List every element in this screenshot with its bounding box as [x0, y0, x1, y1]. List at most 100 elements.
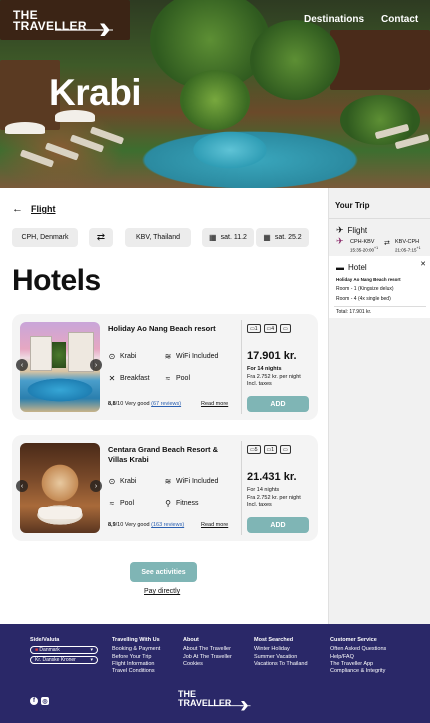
hotel-price: 17.901 kr.	[247, 350, 297, 362]
reviews-link[interactable]: (163 reviews)	[151, 522, 184, 528]
date-out-field[interactable]: ▦ sat. 11.2	[202, 228, 254, 247]
chevron-right-icon: ›	[94, 482, 98, 490]
divider	[241, 320, 242, 414]
currency-select[interactable]: Kr. Danske Kroner ▾	[30, 656, 98, 665]
swap-button[interactable]: ⇄	[89, 228, 113, 247]
room-badges: ▭ 5 ▭ 1 ▭	[247, 445, 291, 454]
arrow-left-icon: ←	[12, 203, 23, 215]
price-details: For 14 nights Fra 2.752 kr. per night In…	[247, 366, 301, 387]
cutlery-icon: ✕	[108, 374, 116, 383]
footer-link[interactable]: Help/FAQ	[330, 654, 386, 661]
date-back-field[interactable]: ▦ sat. 25.2	[256, 228, 309, 247]
close-icon: ✕	[420, 261, 426, 268]
footer-link[interactable]: Compliance & Integrity	[330, 668, 386, 675]
swap-arrows-icon: ⇄	[96, 232, 106, 243]
footer: Side/Valuta ■ Danmark ▾ Kr. Danske Krone…	[0, 624, 430, 723]
add-hotel-button[interactable]: ADD	[247, 517, 309, 533]
location-pin-icon: ⊙	[108, 352, 116, 361]
read-more-link[interactable]: Read more	[201, 401, 228, 407]
footer-col-service: Customer Service Often Asked Questions H…	[330, 637, 387, 675]
price-details: For 14 nights Fra 2.752 kr. per night In…	[247, 487, 301, 508]
trip-room: Room - 4 (4x single bed)	[336, 296, 391, 302]
trip-hotel-box: ▬ Hotel ✕ Holiday Ao Nang Beach resort R…	[329, 256, 430, 318]
bed-icon: ▭ 1	[247, 324, 261, 333]
hotel-card: ‹ › Holiday Ao Nang Beach resort ⊙ Krabi …	[12, 314, 318, 420]
feature-wifi: ≋ WiFi Included	[164, 352, 219, 361]
prev-photo-button[interactable]: ‹	[16, 480, 28, 492]
location-pin-icon: ⊙	[108, 477, 116, 486]
footer-link[interactable]: Winter Holiday	[254, 646, 308, 653]
country-select[interactable]: ■ Danmark ▾	[30, 646, 98, 655]
next-photo-button[interactable]: ›	[90, 359, 102, 371]
origin-field[interactable]: CPH, Denmark	[12, 228, 78, 247]
footer-link[interactable]: Before Your Trip	[112, 654, 160, 661]
footer-col-about: About About The Traveller Job At The Tra…	[183, 637, 232, 668]
back-to-flight-link[interactable]: ← Flight	[12, 203, 56, 215]
return-flight: KBV-CPH 21:05-7:15+1	[395, 239, 421, 253]
footer-link[interactable]: Vacations To Thailand	[254, 661, 308, 668]
footer-link[interactable]: Summer Vacation	[254, 654, 308, 661]
add-hotel-button[interactable]: ADD	[247, 396, 309, 412]
round-trip-icon: ⇄	[384, 240, 390, 247]
feature-pool: ≈ Pool	[165, 374, 191, 383]
room-badges: ▭ 1 ▭ 4 ▭	[247, 324, 291, 333]
footer-link[interactable]: About The Traveller	[183, 646, 232, 653]
footer-link[interactable]: Flight Information	[112, 661, 160, 668]
chevron-left-icon: ‹	[20, 361, 24, 369]
footer-link[interactable]: Cookies	[183, 661, 232, 668]
see-activities-button[interactable]: See activities	[130, 562, 197, 582]
hotel-price: 21.431 kr.	[247, 471, 297, 483]
next-photo-button[interactable]: ›	[90, 480, 102, 492]
rating: 8,9/10 Very good (163 reviews)	[108, 522, 185, 528]
footer-col-searched: Most Searched Winter Holiday Summer Vaca…	[254, 637, 308, 668]
hotel-name: Centara Grand Beach Resort & Villas Krab…	[108, 445, 219, 464]
wifi-icon: ≋	[164, 352, 172, 361]
main-content: ← Flight CPH, Denmark ⇄ KBV, Thailand ▦ …	[0, 188, 328, 624]
divider	[334, 306, 426, 307]
feature-pool: ≈ Pool	[109, 499, 135, 508]
prev-photo-button[interactable]: ‹	[16, 359, 28, 371]
destination-title: Krabi	[49, 72, 142, 113]
destination-field[interactable]: KBV, Thailand	[125, 228, 191, 247]
trip-flight-heading: ✈ Flight	[336, 225, 368, 235]
pay-directly-link[interactable]: Pay directly	[144, 588, 180, 595]
reviews-link[interactable]: (67 reviews)	[151, 401, 181, 407]
room-icon: ▭	[280, 324, 291, 333]
trip-room: Room - 1 (Kingsize delux)	[336, 286, 394, 292]
feature-breakfast: ✕ Breakfast	[108, 374, 150, 383]
brand-logo[interactable]: THE TRAVELLER	[13, 9, 113, 36]
bed-icon: ▭ 5	[247, 445, 261, 454]
dumbbell-icon: ⚲	[165, 499, 171, 508]
divider	[329, 218, 430, 219]
footer-locale: Side/Valuta ■ Danmark ▾ Kr. Danske Krone…	[30, 637, 98, 666]
pool-icon: ≈	[109, 499, 115, 508]
footer-link[interactable]: Travel Conditions	[112, 668, 160, 675]
footer-link[interactable]: Booking & Payment	[112, 646, 160, 653]
calendar-icon: ▦	[263, 233, 271, 242]
outbound-flight: CPH-KBV 15:35-20:00+1	[350, 239, 379, 253]
trip-hotel-heading: ▬ Hotel	[336, 263, 367, 272]
remove-hotel-button[interactable]: ✕	[420, 260, 426, 268]
hotel-photo	[20, 322, 100, 412]
page-title: Hotels	[12, 264, 101, 297]
room-icon: ▭	[280, 445, 291, 454]
instagram-icon[interactable]: ◎	[41, 697, 49, 705]
feature-location: ⊙ Krabi	[108, 477, 137, 486]
footer-link[interactable]: Job At The Traveller	[183, 654, 232, 661]
read-more-link[interactable]: Read more	[201, 522, 228, 528]
hotel-card: ‹ › Centara Grand Beach Resort & Villas …	[12, 435, 318, 541]
dropdown-arrow-icon: ▾	[90, 646, 93, 653]
plane-icon: ✈	[336, 225, 344, 235]
footer-link[interactable]: The Traveller App	[330, 661, 386, 668]
wifi-icon: ≋	[164, 477, 172, 486]
trip-total: Total: 17.901 kr.	[336, 309, 372, 315]
facebook-icon[interactable]: f	[30, 697, 38, 705]
bed-icon: ▭ 1	[263, 445, 278, 454]
footer-col-travelling: Travelling With Us Booking & Payment Bef…	[112, 637, 161, 675]
nav-destinations[interactable]: Destinations	[304, 14, 364, 25]
footer-logo[interactable]: THE TRAVELLER	[178, 690, 251, 711]
nav-contact[interactable]: Contact	[381, 14, 418, 25]
calendar-icon: ▦	[209, 233, 217, 242]
dropdown-arrow-icon: ▾	[90, 656, 93, 663]
footer-link[interactable]: Often Asked Questions	[330, 646, 386, 653]
